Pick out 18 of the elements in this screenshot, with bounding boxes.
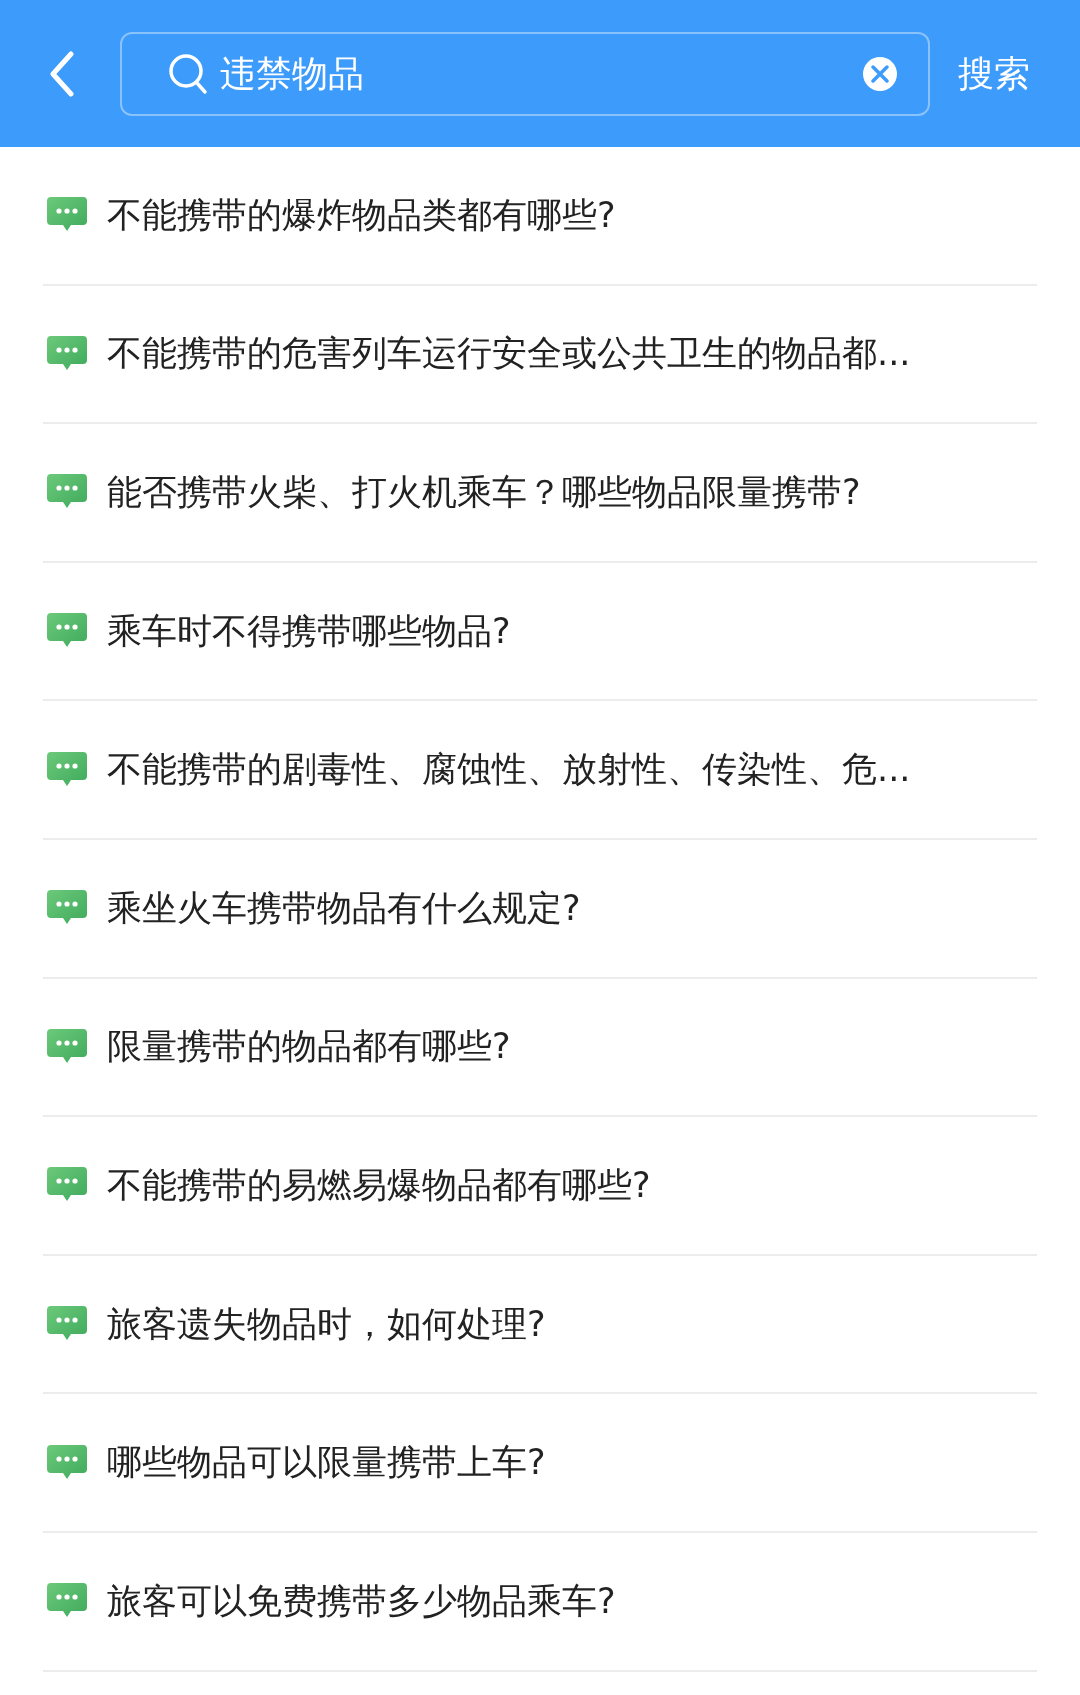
question-link[interactable]: 不能携带的剧毒性、腐蚀性、放射性、传染性、危... <box>107 752 911 788</box>
chat-bubble-icon <box>47 1444 87 1481</box>
question-link[interactable]: 旅客遗失物品时，如何处理? <box>107 1306 546 1342</box>
chat-bubble-icon <box>47 751 87 788</box>
question-link[interactable]: 乘坐火车携带物品有什么规定? <box>107 890 581 926</box>
question-link[interactable]: 不能携带的爆炸物品类都有哪些? <box>107 197 616 233</box>
question-link[interactable]: 哪些物品可以限量携带上车? <box>107 1445 546 1481</box>
question-link[interactable]: 乘车时不得携带哪些物品? <box>107 613 511 649</box>
question-link[interactable]: 不能携带的易燃易爆物品都有哪些? <box>107 1167 651 1203</box>
question-link[interactable]: 能否携带火柴、打火机乘车？哪些物品限量携带? <box>107 475 861 510</box>
search-icon <box>168 52 208 95</box>
question-link[interactable]: 旅客可以免费携带多少物品乘车? <box>107 1583 616 1619</box>
clear-icon[interactable] <box>862 55 898 92</box>
chat-bubble-icon <box>47 1028 87 1065</box>
question-link[interactable]: 不能携带的危害列车运行安全或公共卫生的物品都... <box>107 336 911 372</box>
chat-bubble-icon <box>47 335 87 372</box>
question-link[interactable]: 限量携带的物品都有哪些? <box>107 1029 511 1065</box>
search-query: 违禁物品 <box>220 55 364 92</box>
